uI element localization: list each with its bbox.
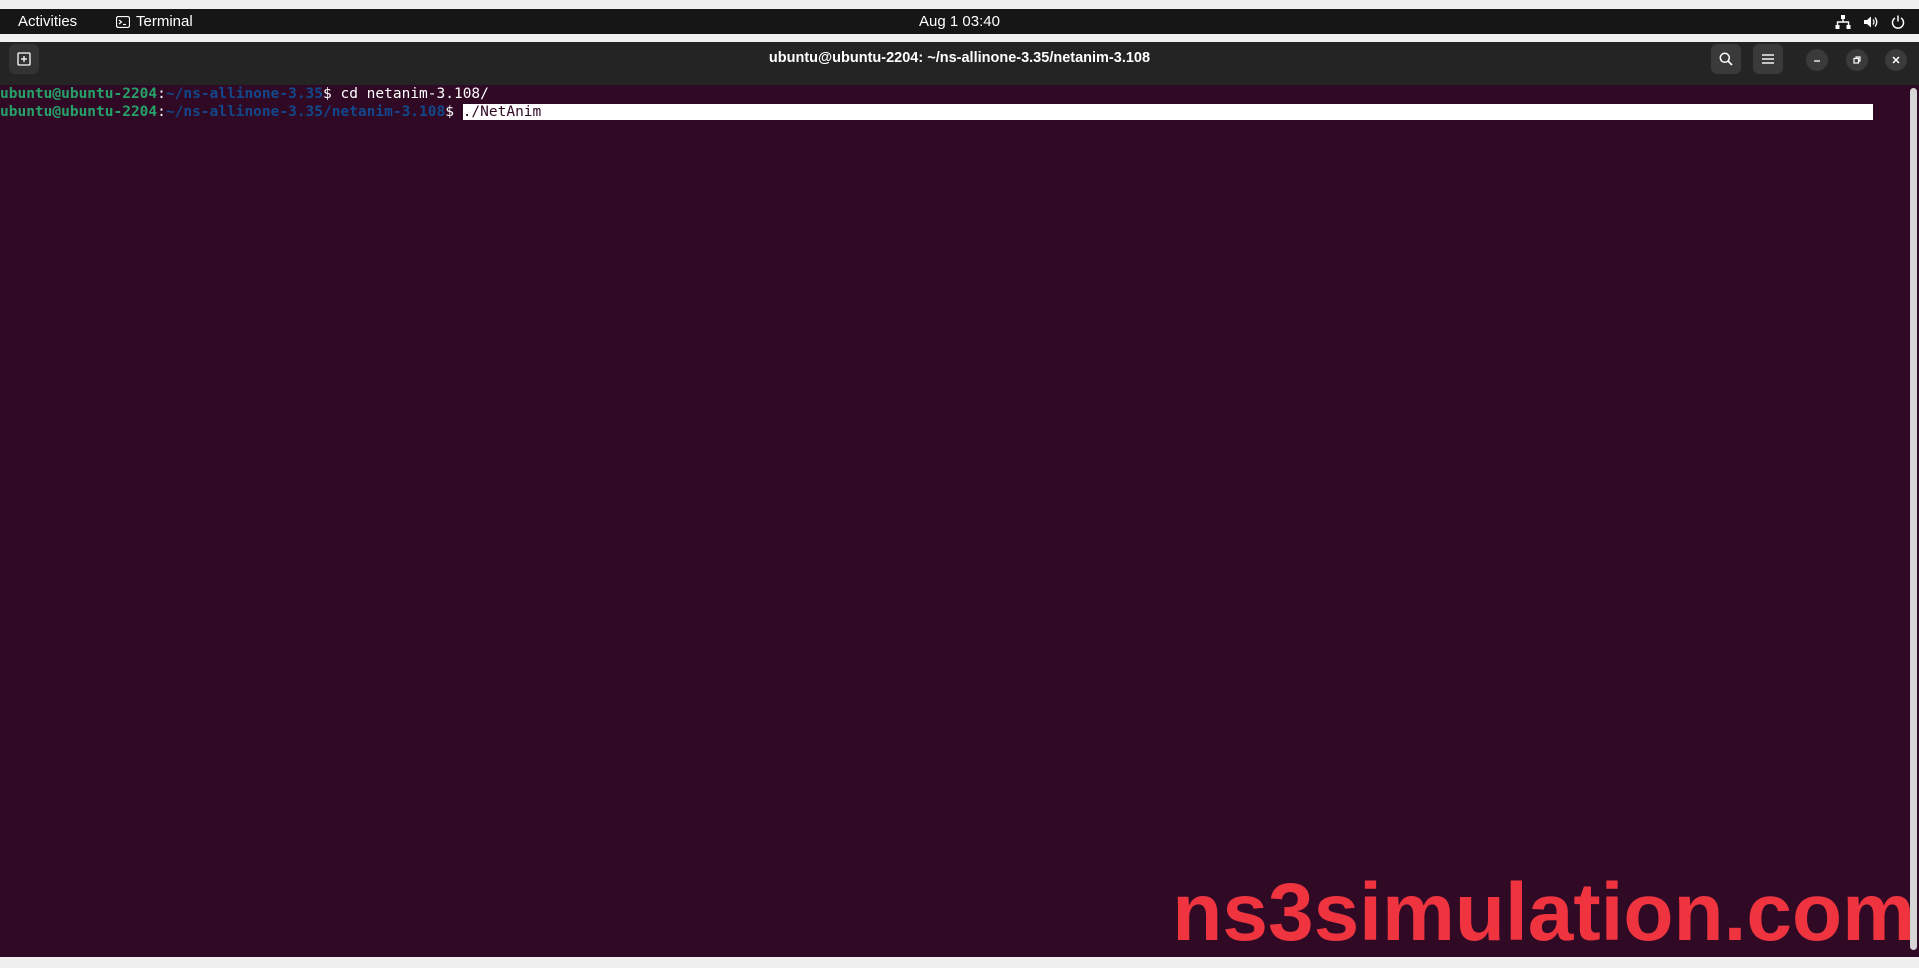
close-icon [1891,55,1901,65]
close-button[interactable] [1885,49,1907,71]
volume-icon[interactable] [1863,15,1879,29]
terminal-line: ubuntu@ubuntu-2204:~/ns-allinone-3.35/ne… [0,103,1910,121]
prompt-path: ~/ns-allinone-3.35 [165,86,324,102]
network-icon[interactable] [1835,14,1851,29]
clock-button[interactable]: Aug 1 03:40 [919,13,1000,30]
prompt-user-host: ubuntu@ubuntu-2204 [0,104,158,120]
terminal-window: ubuntu@ubuntu-2204: ~/ns-allinone-3.35/n… [0,42,1919,957]
watermark-text: ns3simulation.com [1172,867,1915,958]
app-menu-label: Terminal [136,13,193,30]
scrollbar[interactable] [1910,88,1917,950]
prompt-separator: : [157,104,166,120]
top-bar: Activities Terminal Aug 1 03:40 [0,9,1919,34]
system-tray[interactable] [1835,9,1905,34]
clock-area: Aug 1 03:40 [0,9,1919,34]
terminal-app-icon [116,15,130,28]
prompt-user-host: ubuntu@ubuntu-2204 [0,86,158,102]
menu-button[interactable] [1753,44,1783,74]
terminal-line: ubuntu@ubuntu-2204:~/ns-allinone-3.35$ c… [0,85,1910,103]
restore-button[interactable] [1846,49,1868,71]
command-text: cd netanim-3.108/ [340,86,489,102]
window-title: ubuntu@ubuntu-2204: ~/ns-allinone-3.35/n… [768,50,1151,66]
prompt-path: ~/ns-allinone-3.35/netanim-3.108 [165,104,446,120]
hamburger-menu-icon [1762,54,1774,64]
power-icon[interactable] [1891,15,1905,29]
terminal-output[interactable]: ubuntu@ubuntu-2204:~/ns-allinone-3.35$ c… [0,85,1910,957]
command-input[interactable]: ./NetAnim [462,104,1873,120]
activities-button[interactable]: Activities [18,9,77,34]
app-menu-terminal[interactable]: Terminal [116,9,193,34]
prompt-symbol: $ [323,86,341,102]
minimize-icon [1812,55,1822,65]
search-icon [1719,52,1733,66]
search-button[interactable] [1711,44,1741,74]
prompt-symbol: $ [445,104,463,120]
restore-icon [1852,55,1862,65]
prompt-separator: : [157,86,166,102]
header-bar: ubuntu@ubuntu-2204: ~/ns-allinone-3.35/n… [0,42,1919,85]
minimize-button[interactable] [1806,49,1828,71]
